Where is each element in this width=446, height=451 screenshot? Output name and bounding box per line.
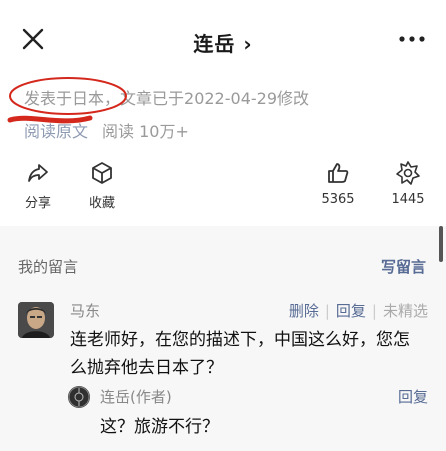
like-button[interactable]: 5365 bbox=[308, 160, 368, 207]
read-count: 阅读 10万+ bbox=[102, 122, 189, 141]
share-label: 分享 bbox=[24, 196, 51, 211]
avatar bbox=[18, 302, 54, 338]
more-icon[interactable] bbox=[398, 30, 426, 48]
share-icon bbox=[28, 164, 48, 182]
wow-count: 1445 bbox=[391, 192, 425, 207]
divider: | bbox=[324, 302, 330, 320]
like-count: 5365 bbox=[321, 192, 355, 207]
favorite-button[interactable]: 收藏 bbox=[72, 160, 132, 211]
top-bar: 连岳 › bbox=[0, 0, 446, 74]
featured-status[interactable]: 未精选 bbox=[383, 302, 428, 320]
box-icon bbox=[92, 162, 112, 184]
action-bar: 分享 收藏 5365 1445 bbox=[0, 160, 446, 216]
comment-author: 马东 bbox=[70, 302, 101, 320]
publish-location: 发表于日本， bbox=[24, 89, 121, 108]
comment-actions: 删除 | 回复 | 未精选 bbox=[289, 300, 428, 321]
thumbs-up-icon bbox=[328, 163, 349, 183]
wow-icon bbox=[396, 161, 420, 185]
chevron-right-icon: › bbox=[243, 32, 253, 56]
account-name: 连岳 bbox=[193, 32, 236, 56]
read-row: 阅读原文 阅读 10万+ bbox=[24, 118, 189, 142]
reply-to-reply-button[interactable]: 回复 bbox=[398, 386, 428, 407]
divider: | bbox=[371, 302, 377, 320]
reply-button[interactable]: 回复 bbox=[336, 302, 366, 320]
article-meta: 发表于日本，文章已于2022-04-29修改 bbox=[24, 85, 309, 109]
write-comment-button[interactable]: 写留言 bbox=[381, 256, 426, 277]
favorite-label: 收藏 bbox=[88, 196, 115, 211]
share-button[interactable]: 分享 bbox=[8, 160, 68, 211]
delete-button[interactable]: 删除 bbox=[289, 302, 319, 320]
scrollbar[interactable] bbox=[439, 226, 443, 262]
comment-body: 连老师好，在您的描述下，中国这么好，您怎么抛弃他去日本了？ bbox=[70, 330, 410, 378]
reply-author: 连岳(作者) bbox=[100, 388, 172, 406]
reply-avatar bbox=[68, 386, 90, 408]
my-comments-header: 我的留言 bbox=[18, 258, 79, 276]
account-title[interactable]: 连岳 › bbox=[0, 28, 446, 57]
read-original-link[interactable]: 阅读原文 bbox=[24, 122, 88, 141]
wow-button[interactable]: 1445 bbox=[378, 160, 438, 207]
reply-body: 这？旅游不行？ bbox=[100, 417, 219, 437]
modified-date: 文章已于2022-04-29修改 bbox=[120, 89, 310, 108]
